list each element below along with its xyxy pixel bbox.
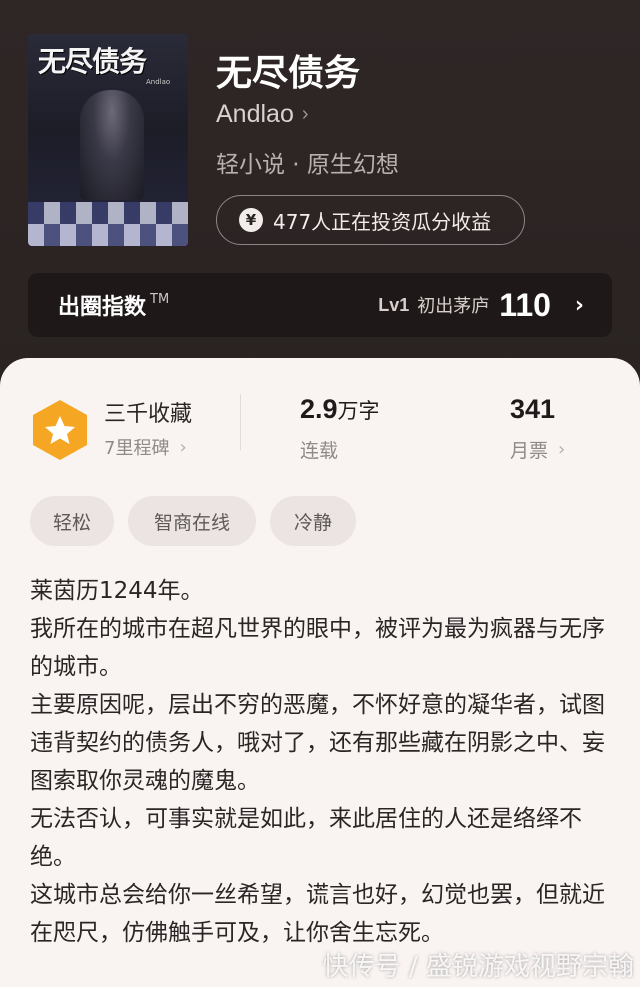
tag-chip[interactable]: 冷静 xyxy=(270,496,356,546)
author-link[interactable]: Andlao › xyxy=(216,100,309,129)
star-hexagon-badge-icon xyxy=(33,400,87,460)
monthly-ticket-label: 月票 xyxy=(510,440,549,462)
invest-button[interactable]: ¥ 477人正在投资瓜分收益 xyxy=(216,195,525,245)
collection-milestone-title[interactable]: 三千收藏 xyxy=(104,396,192,428)
index-value: 110 xyxy=(499,286,551,323)
monthly-ticket-link[interactable]: 月票 › xyxy=(510,436,565,463)
serial-status: 连载 xyxy=(300,440,339,462)
chevron-right-icon: › xyxy=(301,103,309,125)
author-name: Andlao xyxy=(216,100,294,128)
cover-author: Andlao xyxy=(146,78,171,86)
milestone-link[interactable]: 7里程碑 › xyxy=(104,434,187,460)
book-title: 无尽债务 xyxy=(216,53,361,94)
tag-chip[interactable]: 智商在线 xyxy=(128,496,256,546)
tag-chip[interactable]: 轻松 xyxy=(30,496,114,546)
cover-title: 无尽债务 xyxy=(38,45,147,78)
description-paragraph: 我所在的城市在超凡世界的眼中，被评为最为疯器与无序的城市。 xyxy=(30,616,605,680)
description-paragraph: 主要原因呢，层出不穷的恶魔，不怀好意的凝华者，试图违背契约的债务人，哦对了，还有… xyxy=(30,692,605,794)
index-label: 出圈指数 xyxy=(58,295,147,320)
chevron-right-icon: › xyxy=(558,439,566,460)
description-paragraph: 莱茵历1244年。 xyxy=(30,578,204,604)
word-count-unit: 万字 xyxy=(337,399,380,423)
word-count: 2.9万字 xyxy=(300,394,380,425)
index-level: Lv1 xyxy=(378,294,410,315)
popularity-index-bar[interactable]: 出圈指数 TM Lv1 初出茅庐 110 › xyxy=(28,273,612,337)
chevron-right-icon: › xyxy=(179,436,187,458)
milestone-label: 7里程碑 xyxy=(104,438,170,459)
stat-divider xyxy=(240,394,241,450)
monthly-ticket-count: 341 xyxy=(510,394,556,424)
trademark-mark: TM xyxy=(150,291,170,307)
description-paragraph: 这城市总会给你一丝希望，谎言也好，幻觉也罢，但就近在咫尺，仿佛触手可及，让你舍生… xyxy=(30,882,605,946)
book-header: 无尽债务 Andlao 无尽债务 Andlao › 轻小说 · 原生幻想 ¥ 4… xyxy=(0,0,640,380)
watermark-text: 快传号 / 盛锐游戏视野宗翰 xyxy=(322,952,634,982)
yen-coin-icon: ¥ xyxy=(239,208,263,232)
word-count-value: 2.9 xyxy=(300,394,338,424)
book-description: 莱茵历1244年。 我所在的城市在超凡世界的眼中，被评为最为疯器与无序的城市。 … xyxy=(30,572,610,952)
index-level-name: 初出茅庐 xyxy=(417,296,490,317)
book-genre: 轻小说 · 原生幻想 xyxy=(216,152,399,178)
index-value-group: Lv1 初出茅庐 110 › xyxy=(378,287,584,324)
cover-chessboard-art-row xyxy=(28,224,188,246)
invest-label: 477人正在投资瓜分收益 xyxy=(273,209,492,234)
book-detail-panel: 三千收藏 7里程碑 › 2.9万字 连载 341 月票 › 轻松 智商在线 冷静… xyxy=(0,358,640,987)
chevron-right-icon: › xyxy=(574,292,584,318)
description-paragraph: 无法否认，可事实就是如此，来此居住的人还是络绎不绝。 xyxy=(30,806,582,870)
cover-figure-art xyxy=(80,90,144,200)
book-cover[interactable]: 无尽债务 Andlao xyxy=(28,34,188,246)
